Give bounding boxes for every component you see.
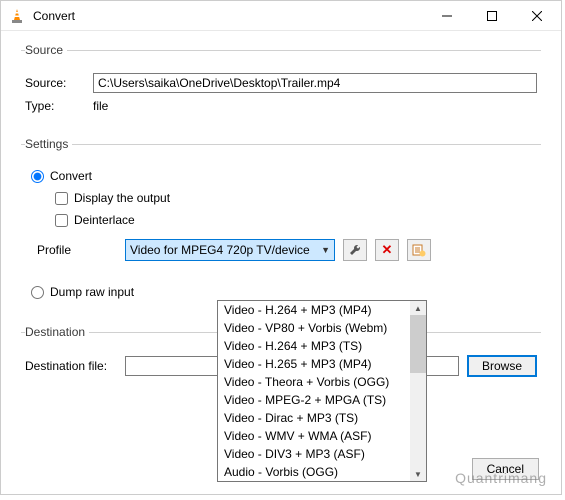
- scrollbar-thumb[interactable]: [410, 315, 426, 373]
- vlc-icon: [9, 8, 25, 24]
- settings-legend: Settings: [25, 137, 72, 151]
- display-output-label: Display the output: [74, 191, 170, 205]
- browse-button[interactable]: Browse: [467, 355, 537, 377]
- profile-option[interactable]: Video - DIV3 + MP3 (ASF): [218, 445, 426, 463]
- destination-file-label: Destination file:: [25, 359, 117, 373]
- profile-option[interactable]: Video - VP80 + Vorbis (Webm): [218, 319, 426, 337]
- source-legend: Source: [25, 43, 67, 57]
- profile-option[interactable]: Audio - Vorbis (OGG): [218, 463, 426, 481]
- titlebar: Convert: [1, 1, 561, 31]
- close-button[interactable]: [514, 2, 559, 30]
- deinterlace-label: Deinterlace: [74, 213, 135, 227]
- dump-raw-radio[interactable]: [31, 286, 44, 299]
- profile-option[interactable]: Video - H.264 + MP3 (TS): [218, 337, 426, 355]
- display-output-checkbox[interactable]: [55, 192, 68, 205]
- cancel-button[interactable]: Cancel: [472, 458, 539, 480]
- deinterlace-checkbox[interactable]: [55, 214, 68, 227]
- profile-option[interactable]: Video - H.264 + MP3 (MP4): [218, 301, 426, 319]
- type-value: file: [93, 99, 108, 113]
- scroll-up-icon[interactable]: ▲: [410, 301, 426, 315]
- wrench-icon: [348, 243, 362, 257]
- scrollbar-track[interactable]: ▲ ▼: [410, 301, 426, 481]
- delete-profile-button[interactable]: ✕: [375, 239, 399, 261]
- profile-option[interactable]: Video - Theora + Vorbis (OGG): [218, 373, 426, 391]
- convert-radio-label: Convert: [50, 169, 92, 183]
- source-input[interactable]: [93, 73, 537, 93]
- profile-selected: Video for MPEG4 720p TV/device: [130, 243, 310, 257]
- dump-raw-label: Dump raw input: [50, 285, 134, 299]
- profile-option[interactable]: Video - MPEG-2 + MPGA (TS): [218, 391, 426, 409]
- source-label: Source:: [25, 76, 85, 90]
- new-profile-button[interactable]: [407, 239, 431, 261]
- maximize-button[interactable]: [469, 2, 514, 30]
- profile-option[interactable]: Video - WMV + WMA (ASF): [218, 427, 426, 445]
- profile-combobox[interactable]: Video for MPEG4 720p TV/device ▼: [125, 239, 335, 261]
- chevron-down-icon: ▼: [321, 245, 330, 255]
- source-group: Source Source: Type: file: [21, 43, 541, 125]
- profile-label: Profile: [37, 243, 117, 257]
- profile-option[interactable]: Video - H.265 + MP3 (MP4): [218, 355, 426, 373]
- new-profile-icon: [412, 243, 426, 257]
- destination-legend: Destination: [25, 325, 89, 339]
- delete-icon: ✕: [382, 242, 393, 258]
- settings-group: Settings Convert Display the output Dein…: [21, 137, 541, 313]
- type-label: Type:: [25, 99, 85, 113]
- window-title: Convert: [33, 9, 424, 23]
- scroll-down-icon[interactable]: ▼: [410, 467, 426, 481]
- edit-profile-button[interactable]: [343, 239, 367, 261]
- profile-option[interactable]: Video - Dirac + MP3 (TS): [218, 409, 426, 427]
- convert-dialog: Convert Source Source: Type: file Settin…: [0, 0, 562, 495]
- convert-radio[interactable]: [31, 170, 44, 183]
- profile-dropdown-list[interactable]: ▲ ▼ Video - H.264 + MP3 (MP4) Video - VP…: [217, 300, 427, 482]
- minimize-button[interactable]: [424, 2, 469, 30]
